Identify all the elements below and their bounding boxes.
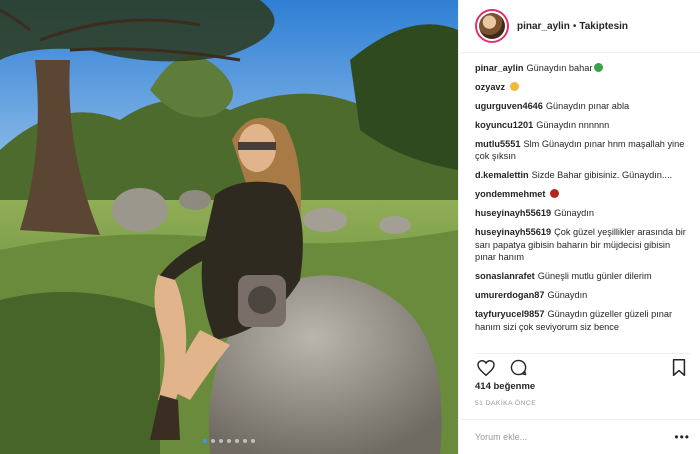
comment-text: Günaydın bahar <box>526 63 593 73</box>
comment-text: Güneşli mutlu günler dilerim <box>537 271 652 282</box>
comment-item: umurerdogan87 Günaydın <box>475 289 690 301</box>
comment-username[interactable]: ugurguven4646 <box>475 101 543 111</box>
comment-text: Günaydın <box>554 208 594 219</box>
shamrock-emoji <box>594 63 604 72</box>
thumbs-up-emoji <box>510 82 520 91</box>
devil-emoji <box>550 189 560 199</box>
comment-text: Günaydın nnnnnn <box>536 120 610 130</box>
comments-list: pinar_aylin Günaydın bahar ozyavz ugurguven… <box>475 62 690 352</box>
comment-item: koyuncu1201 Günaydın nnnnnn <box>475 119 690 131</box>
comment-item: ugurguven4646 Günaydın pınar abla <box>475 100 690 112</box>
comment-item: tayfuryucel9857 Günaydın güzeller güzeli … <box>475 308 690 333</box>
post-header: pinar_aylin • Takiptesin <box>459 0 700 53</box>
comment-username[interactable]: koyuncu1201 <box>475 120 533 130</box>
carousel-dot[interactable] <box>227 439 231 443</box>
add-comment-bar: Yorum ekle... ••• <box>459 419 700 454</box>
follow-status[interactable]: Takiptesin <box>579 21 628 32</box>
carousel-dot[interactable] <box>203 439 207 443</box>
comment-item: pinar_aylin Günaydın bahar <box>475 62 690 74</box>
post-timestamp[interactable]: 51 DAKİKA ÖNCE <box>475 400 536 407</box>
comment-username[interactable]: ozyavz <box>475 82 505 92</box>
comment-item: huseyinayh55619 Çok güzel yeşillikler ara… <box>475 226 690 263</box>
carousel-dot[interactable] <box>251 439 255 443</box>
comment-item: yondemmehmet <box>475 188 690 200</box>
comment-username[interactable]: yondemmehmet <box>475 189 545 199</box>
comment-item: d.kemalettin Sizde Bahar gibisiniz. Günay… <box>475 169 690 181</box>
carousel-indicator[interactable] <box>0 439 458 443</box>
comment-username[interactable]: tayfuryucel9857 <box>475 309 544 319</box>
action-bar <box>475 353 690 377</box>
bookmark-icon[interactable] <box>668 357 690 379</box>
comment-icon[interactable] <box>507 357 529 379</box>
carousel-dot[interactable] <box>235 439 239 443</box>
header-separator: • <box>572 20 577 32</box>
comment-item: mutlu5551 Slm Günaydın pınar hnm maşallah… <box>475 138 690 163</box>
comment-item: sonaslanrafet Güneşli mutlu günler dileri… <box>475 270 690 282</box>
carousel-dot[interactable] <box>219 439 223 443</box>
post-photo-image <box>0 0 458 454</box>
comment-username[interactable]: huseyinayh55619 <box>475 208 551 218</box>
likes-count[interactable]: 414 beğenme <box>475 381 535 392</box>
post-side-panel: pinar_aylin • Takiptesin pinar_aylin Güna… <box>458 0 700 454</box>
post-photo[interactable] <box>0 0 458 454</box>
like-icon[interactable] <box>475 357 497 379</box>
comment-username[interactable]: pinar_aylin <box>475 63 524 73</box>
comment-text: Sizde Bahar gibisiniz. Günaydın.... <box>531 170 673 181</box>
comment-text: Günaydın pınar abla <box>545 101 630 111</box>
comment-item: huseyinayh55619 Günaydın <box>475 207 690 219</box>
comment-username[interactable]: d.kemalettin <box>475 170 529 180</box>
carousel-dot[interactable] <box>243 439 247 443</box>
more-options-button[interactable]: ••• <box>674 430 690 444</box>
comment-username[interactable]: sonaslanrafet <box>475 271 535 281</box>
post-username[interactable]: pinar_aylin <box>517 21 570 32</box>
comment-item: ozyavz <box>475 81 690 93</box>
comment-username[interactable]: huseyinayh55619 <box>475 227 551 237</box>
carousel-dot[interactable] <box>211 439 215 443</box>
comment-input[interactable]: Yorum ekle... <box>475 432 674 442</box>
comment-text: Günaydın <box>547 290 588 301</box>
avatar[interactable] <box>475 9 509 43</box>
comment-username[interactable]: mutlu5551 <box>475 139 520 149</box>
comment-username[interactable]: umurerdogan87 <box>475 290 544 300</box>
